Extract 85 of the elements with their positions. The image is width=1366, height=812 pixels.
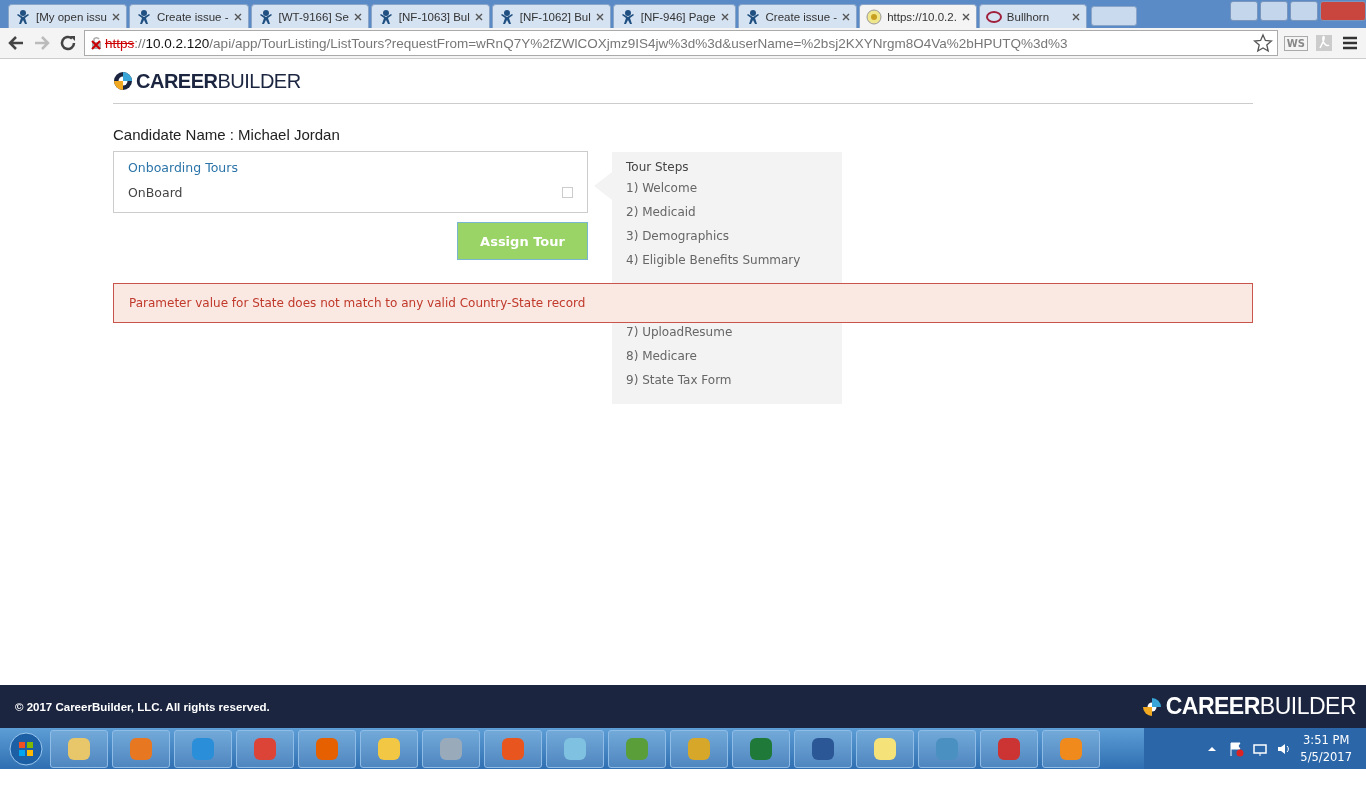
browser-tab[interactable]: Bullhorn (978, 4, 1087, 28)
popover-title: Tour Steps (626, 160, 690, 174)
app-icon (500, 735, 526, 762)
app-icon (438, 735, 464, 762)
tour-step: 1) Welcome (626, 178, 828, 202)
close-icon[interactable] (842, 12, 851, 21)
app-icon (748, 735, 774, 762)
taskbar-app-button[interactable] (50, 729, 108, 768)
checkbox[interactable] (562, 187, 573, 198)
ring-icon (985, 8, 1002, 25)
app-icon (872, 735, 898, 762)
start-button[interactable] (6, 729, 46, 768)
tour-step: 7) UploadResume (626, 322, 828, 346)
taskbar-app-button[interactable] (670, 729, 728, 768)
close-icon[interactable] (233, 12, 242, 21)
close-icon[interactable] (474, 12, 483, 21)
taskbar-app-button[interactable] (918, 729, 976, 768)
taskbar-app-button[interactable] (856, 729, 914, 768)
browser-tab[interactable]: [WT-9166] Se (250, 4, 369, 28)
footer-logo-icon (1141, 696, 1162, 717)
app-icon (562, 735, 588, 762)
app-icon (252, 735, 278, 762)
taskbar-app-button[interactable] (980, 729, 1038, 768)
close-button[interactable] (1320, 1, 1366, 21)
browser-tab[interactable]: [NF-1062] Bul (491, 4, 611, 28)
taskbar-app-button[interactable] (484, 729, 542, 768)
clock[interactable]: 3:51 PM 5/5/2017 (1300, 731, 1352, 766)
tour-step: 2) Medicaid (626, 202, 828, 226)
app-icon (686, 735, 712, 762)
browser-tab[interactable]: Create issue - (737, 4, 858, 28)
browser-tab[interactable]: [NF-946] Page (612, 4, 736, 28)
app-icon (1058, 735, 1084, 762)
close-icon[interactable] (720, 12, 729, 21)
close-icon[interactable] (1071, 12, 1080, 21)
app-icon (190, 735, 216, 762)
taskbar-app-button[interactable] (174, 729, 232, 768)
taskbar-app-button[interactable] (236, 729, 294, 768)
taskbar-app-button[interactable] (732, 729, 790, 768)
error-alert: Parameter value for State does not match to any valid Country-State record (113, 283, 1253, 323)
tour-step: 4) Eligible Benefits Summary (626, 250, 828, 274)
app-icon (996, 735, 1022, 762)
panel-title: Onboarding Tours (128, 160, 239, 175)
taskbar-app-button[interactable] (794, 729, 852, 768)
app-icon (66, 735, 92, 762)
user-button[interactable] (1230, 1, 1258, 21)
logo-icon (113, 71, 133, 91)
app-icon (934, 735, 960, 762)
taskbar-app-button[interactable] (1042, 729, 1100, 768)
app-icon (128, 735, 154, 762)
minimize-button[interactable] (1260, 1, 1288, 21)
reload-icon[interactable] (58, 33, 78, 53)
logo: CAREERBUILDER (136, 69, 301, 93)
globe-icon (866, 8, 883, 25)
taskbar-app-button[interactable] (360, 729, 418, 768)
close-icon[interactable] (111, 12, 120, 21)
tour-step: 3) Demographics (626, 226, 828, 250)
tour-name[interactable]: OnBoard (128, 185, 183, 200)
app-icon (376, 735, 402, 762)
close-icon[interactable] (961, 12, 970, 21)
flag-icon[interactable] (1228, 740, 1245, 757)
taskbar-app-button[interactable] (546, 729, 604, 768)
browser-tab[interactable]: [NF-1063] Bul (370, 4, 490, 28)
browser-tab[interactable]: Create issue - (128, 4, 249, 28)
pdf-icon[interactable] (1314, 33, 1334, 53)
restore-button[interactable] (1290, 1, 1318, 21)
candidate-name: Candidate Name : Michael Jordan (113, 126, 341, 143)
app-icon (810, 735, 836, 762)
address-bar[interactable]: https://10.0.2.120/api/app/TourListing/ListTours?requestFrom=wRnQ7Y%2fZWlCOXjmz9IS4jw%3d%3d&userName=%2bsj2KXYNrgm8O4Va%2bHPUTQ%3d%3 (84, 30, 1278, 56)
new-tab-button[interactable] (1090, 6, 1137, 26)
copyright: © 2017 CareerBuilder, LLC. All rights reserved. (15, 700, 270, 713)
taskbar-app-button[interactable] (608, 729, 666, 768)
close-icon[interactable] (353, 12, 362, 21)
taskbar-app-button[interactable] (422, 729, 480, 768)
footer-logo: CAREERBUILDER (1165, 693, 1356, 720)
close-icon[interactable] (595, 12, 604, 21)
star-icon[interactable] (1252, 33, 1273, 53)
taskbar-app-button[interactable] (112, 729, 170, 768)
person-icon (15, 8, 31, 25)
tour-step: 8) Medicare (626, 346, 828, 370)
app-icon (624, 735, 650, 762)
browser-tab[interactable]: [My open issu (8, 4, 127, 28)
tour-step: 9) State Tax Form (626, 370, 828, 394)
app-icon (314, 735, 340, 762)
taskbar-app-button[interactable] (298, 729, 356, 768)
browser-tab[interactable]: https://10.0.2. (859, 4, 977, 28)
